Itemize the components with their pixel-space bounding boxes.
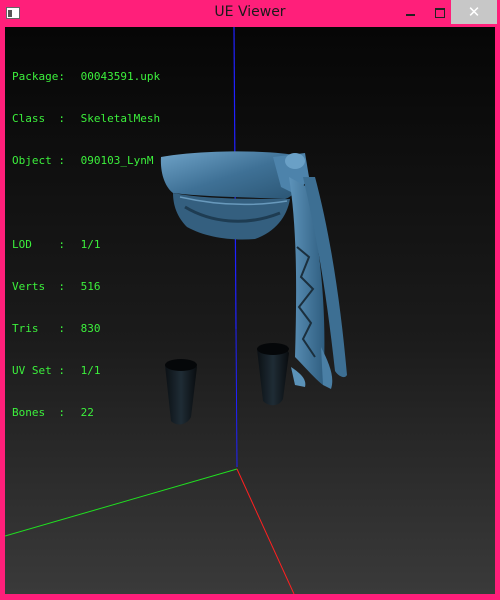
object-label: Object : xyxy=(12,154,65,167)
bones-label: Bones : xyxy=(12,406,65,419)
close-icon: ✕ xyxy=(467,3,481,21)
bones-value: 22 xyxy=(80,406,94,419)
object-value: 090103_LynM xyxy=(80,154,154,167)
minimize-icon xyxy=(405,13,415,16)
lod-value: 1/1 xyxy=(80,238,101,251)
uvset-label: UV Set : xyxy=(12,364,65,377)
headband-tails-mesh xyxy=(289,177,347,389)
right-boot-mesh xyxy=(257,343,289,406)
tris-label: Tris : xyxy=(12,322,65,335)
minimize-button[interactable] xyxy=(395,0,425,24)
class-label: Class : xyxy=(12,112,65,125)
class-value: SkeletalMesh xyxy=(80,112,161,125)
verts-value: 516 xyxy=(80,280,101,293)
verts-label: Verts : xyxy=(12,280,65,293)
axis-x-line xyxy=(236,468,295,594)
uvset-value: 1/1 xyxy=(80,364,101,377)
axis-y-line xyxy=(5,468,238,537)
mesh-info-panel: Package: 00043591.upk Class : SkeletalMe… xyxy=(12,42,160,448)
package-value: 00043591.upk xyxy=(80,70,161,83)
app-window: UE Viewer ✕ Package: 00043591.upk Class … xyxy=(0,0,500,600)
left-boot-mesh xyxy=(165,359,197,425)
lod-label: LOD : xyxy=(12,238,65,251)
package-label: Package: xyxy=(12,70,65,83)
tris-value: 830 xyxy=(80,322,101,335)
maximize-icon xyxy=(435,7,445,18)
headband-mesh xyxy=(160,151,309,240)
axis-z-lower-line xyxy=(235,328,238,468)
3d-viewport[interactable]: Package: 00043591.upk Class : SkeletalMe… xyxy=(5,27,495,594)
close-button[interactable]: ✕ xyxy=(451,0,497,24)
title-bar[interactable]: UE Viewer ✕ xyxy=(0,0,500,27)
